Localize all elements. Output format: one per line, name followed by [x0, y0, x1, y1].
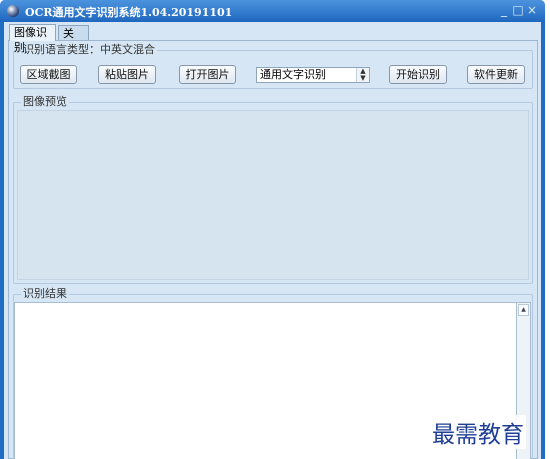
title-bar[interactable]: OCR通用文字识别系统1.04.20191101 _ □ × [0, 0, 545, 22]
client-area: 图像识别 关于 识别语言类型：中英文混合 区域截图 粘贴图片 打开图片 通用文字… [4, 22, 541, 459]
region-screenshot-button[interactable]: 区域截图 [20, 65, 77, 84]
minimize-button[interactable]: _ [497, 3, 511, 18]
app-window: OCR通用文字识别系统1.04.20191101 _ □ × 图像识别 关于 识… [0, 0, 545, 459]
language-groupbox: 识别语言类型：中英文混合 区域截图 粘贴图片 打开图片 通用文字识别 ▲ ▼ 开始… [13, 43, 533, 89]
tab-image-recognition[interactable]: 图像识别 [9, 24, 56, 54]
app-orb-icon [7, 5, 19, 17]
close-button[interactable]: × [525, 3, 539, 18]
paste-image-button[interactable]: 粘贴图片 [98, 65, 156, 84]
result-label: 识别结果 [21, 287, 69, 301]
spinner-arrows-icon[interactable]: ▲ ▼ [356, 68, 369, 82]
recognition-mode-value: 通用文字识别 [260, 68, 326, 81]
recognition-mode-select[interactable]: 通用文字识别 ▲ ▼ [256, 67, 370, 83]
scroll-up-arrow-icon[interactable]: ▲ [518, 304, 529, 316]
language-type-label: 识别语言类型：中英文混合 [21, 43, 157, 57]
image-preview-groupbox: 图像预览 [13, 95, 533, 284]
maximize-button[interactable]: □ [511, 3, 525, 18]
open-image-button[interactable]: 打开图片 [179, 65, 236, 84]
tab-about[interactable]: 关于 [58, 25, 89, 55]
software-update-button[interactable]: 软件更新 [467, 65, 525, 84]
start-recognition-button[interactable]: 开始识别 [389, 65, 447, 84]
image-preview-area [17, 110, 529, 280]
image-preview-label: 图像预览 [21, 95, 69, 109]
window-title: OCR通用文字识别系统1.04.20191101 [25, 6, 233, 19]
tab-panel-image-recognition: 识别语言类型：中英文混合 区域截图 粘贴图片 打开图片 通用文字识别 ▲ ▼ 开始… [8, 40, 538, 459]
watermark-text: 最需教育 [430, 415, 526, 449]
